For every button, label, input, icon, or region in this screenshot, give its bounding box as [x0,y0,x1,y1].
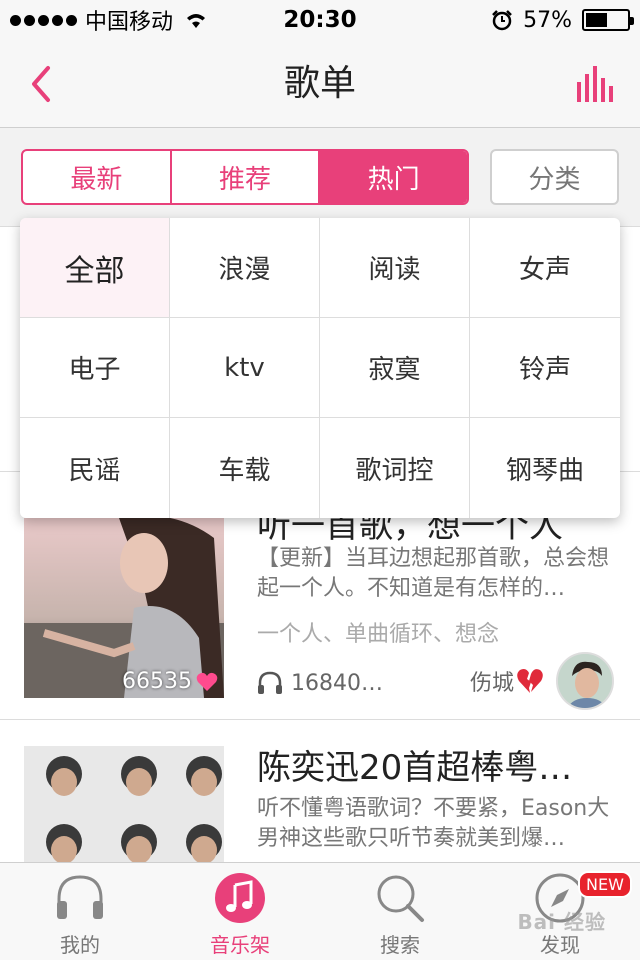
heart-icon [196,672,218,691]
likes-badge: 66535 [122,669,218,694]
tab-music-shelf[interactable]: 音乐架 [160,863,320,960]
headphones-icon [258,671,282,694]
status-bar: 中国移动 20:30 57% [0,0,640,40]
search-icon [377,875,424,922]
battery-percent: 57% [523,7,572,33]
tab-label: 音乐架 [210,933,270,957]
author-name: 伤城 [469,671,514,696]
signal-strength-icon [10,14,77,26]
playlist-card[interactable]: 陈奕迅20首超棒粤… 听不懂粤语歌词？不要紧，Eason大男神这些歌只听节奏就美… [0,720,640,870]
category-folk[interactable]: 民谣 [20,418,170,518]
segment-latest[interactable]: 最新 [23,151,172,203]
playlist-description: 【更新】当耳边想起那首歌，总会想起一个人。不知道是有怎样的… [257,546,610,601]
category-lonely[interactable]: 寂寞 [320,318,470,418]
filter-row: 最新 推荐 热门 分类 [0,128,640,226]
tab-label: 我的 [60,933,100,957]
segment-hot[interactable]: 热门 [320,151,467,203]
category-romantic[interactable]: 浪漫 [170,218,320,318]
page-title: 歌单 [283,63,356,104]
new-badge: NEW [578,871,632,898]
category-lyrics[interactable]: 歌词控 [320,418,470,518]
broken-heart-icon [517,669,543,693]
tab-mine[interactable]: 我的 [0,863,160,960]
playlist-author[interactable]: 伤城 [470,652,614,710]
category-reading[interactable]: 阅读 [320,218,470,318]
now-playing-bars-icon[interactable] [576,66,614,102]
segment-recommended[interactable]: 推荐 [172,151,321,203]
category-ringtone[interactable]: 铃声 [470,318,620,418]
sort-segmented-control: 最新 推荐 热门 [21,149,469,205]
battery-level [586,13,608,27]
play-count: 16840… [257,670,383,696]
wifi-icon [187,14,206,28]
category-all[interactable]: 全部 [20,218,170,318]
category-button[interactable]: 分类 [490,149,619,205]
playlist-title: 陈奕迅20首超棒粤… [257,748,573,788]
navigation-bar: 歌单 [0,40,640,128]
category-ktv[interactable]: ktv [170,318,320,418]
playlist-tags: 一个人、单曲循环、想念 [257,622,500,647]
play-count-value: 16840… [291,670,383,696]
likes-count: 66535 [122,669,192,694]
watermark: Bai 经验 [517,910,606,934]
alarm-icon [492,10,512,31]
headphones-icon [57,875,103,919]
playlist-cover-image: 66535 [24,518,224,698]
category-electronic[interactable]: 电子 [20,318,170,418]
tab-search[interactable]: 搜索 [320,863,480,960]
category-car[interactable]: 车载 [170,418,320,518]
category-dropdown: 全部 浪漫 阅读 女声 电子 ktv 寂寞 铃声 民谣 车载 歌词控 钢琴曲 [20,218,620,518]
battery-icon [582,9,634,31]
playlist-cover-image [24,746,224,870]
tab-label: 搜索 [380,933,420,957]
author-avatar[interactable] [556,652,614,710]
category-female-vocal[interactable]: 女声 [470,218,620,318]
category-piano[interactable]: 钢琴曲 [470,418,620,518]
playlist-description: 听不懂粤语歌词？不要紧，Eason大男神这些歌只听节奏就美到爆… [257,796,610,851]
music-note-icon [215,873,265,923]
carrier-name: 中国移动 [85,10,174,35]
